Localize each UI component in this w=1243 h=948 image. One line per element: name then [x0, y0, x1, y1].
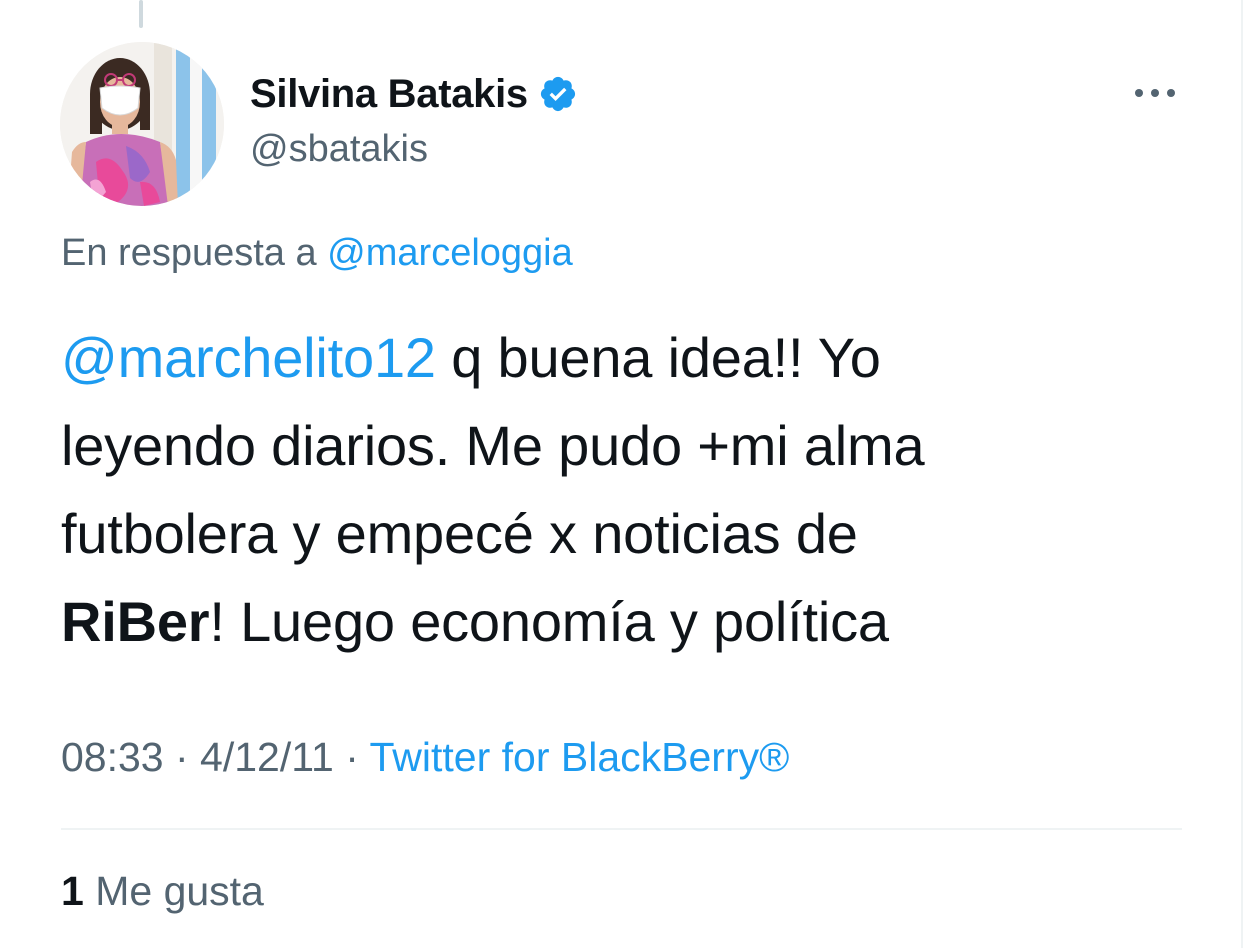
tweet-line-4: RiBer! Luego economía y política — [61, 578, 1191, 666]
tweet-text-segment: ! Luego economía y política — [209, 590, 889, 653]
reply-mention-link[interactable]: @marceloggia — [327, 232, 573, 274]
author-display-name[interactable]: Silvina Batakis — [250, 72, 528, 117]
tweet-metadata: 08:33 · 4/12/11 · Twitter for BlackBerry… — [61, 734, 789, 781]
tweet-date[interactable]: 4/12/11 — [200, 734, 334, 780]
author-handle[interactable]: @sbatakis — [250, 128, 428, 171]
tweet-line-3: futbolera y empecé x noticias de — [61, 502, 858, 565]
meta-separator: · — [333, 734, 370, 780]
author-name-row: Silvina Batakis — [250, 66, 578, 122]
thread-connector-line — [139, 0, 143, 28]
likes-stat[interactable]: 1 Me gusta — [61, 868, 264, 915]
tweet-source-link[interactable]: Twitter for BlackBerry® — [370, 734, 790, 780]
more-horizontal-icon[interactable] — [1132, 84, 1178, 102]
tweet-line-2: leyendo diarios. Me pudo +mi alma — [61, 414, 925, 477]
tweet-line-1: @marchelito12 q buena idea!! Yo — [61, 314, 1191, 402]
meta-separator: · — [163, 734, 201, 780]
likes-label: Me gusta — [95, 868, 264, 914]
tweet-text-segment: q buena idea!! Yo — [435, 326, 881, 389]
verified-badge-icon — [538, 74, 578, 114]
reply-context: En respuesta a @marceloggia — [61, 232, 573, 275]
avatar[interactable] — [60, 42, 224, 206]
tweet-time[interactable]: 08:33 — [61, 734, 164, 780]
tweet-bold-text: RiBer — [61, 590, 210, 653]
avatar-photo — [60, 42, 224, 206]
tweet-mention-link[interactable]: @marchelito12 — [61, 326, 436, 389]
reply-prefix: En respuesta a — [61, 232, 317, 274]
tweet-text: @marchelito12 q buena idea!! Yo leyendo … — [61, 314, 1191, 666]
divider — [61, 828, 1182, 830]
likes-count: 1 — [61, 868, 84, 914]
